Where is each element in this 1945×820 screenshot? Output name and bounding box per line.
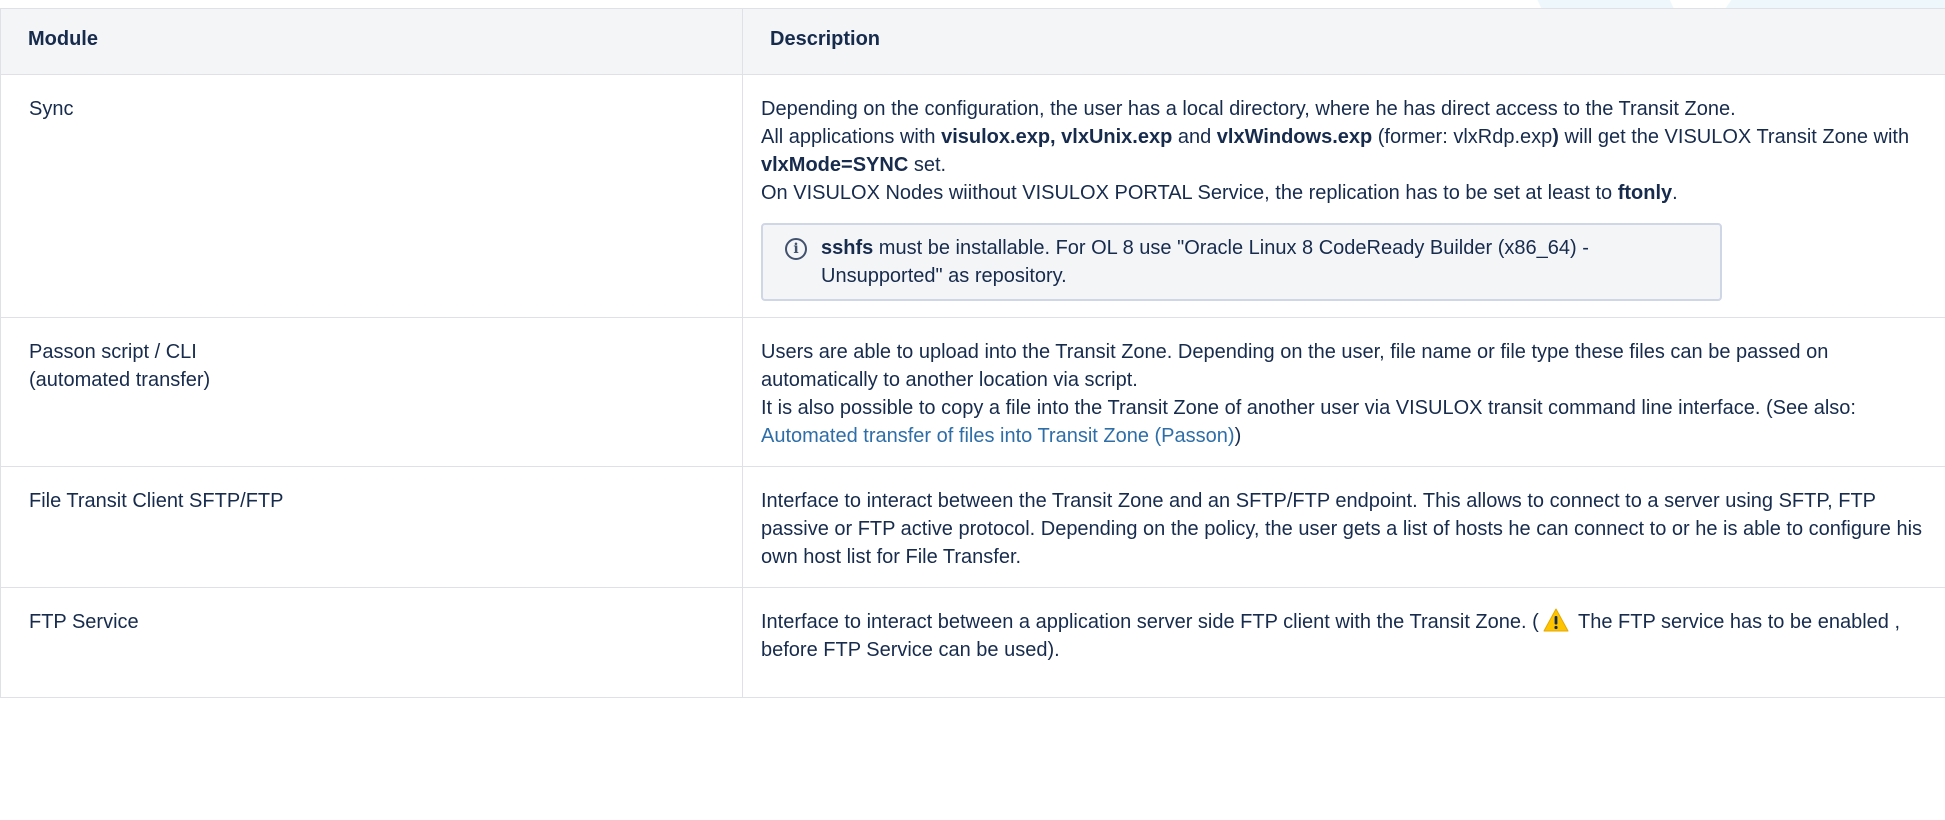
description-line: On VISULOX Nodes wiithout VISULOX PORTAL…	[761, 182, 1678, 204]
description-cell: Interface to interact between a applicat…	[742, 587, 1945, 698]
description-cell: Users are able to upload into the Transi…	[742, 317, 1945, 467]
module-cell: Passon script / CLI (automated transfer)	[0, 317, 743, 467]
table-row: File Transit Client SFTP/FTP Interface t…	[0, 466, 1945, 588]
description-line: Interface to interact between a applicat…	[761, 608, 1931, 664]
description-cell: Depending on the configuration, the user…	[742, 74, 1945, 318]
description-line: All applications with visulox.exp, vlxUn…	[761, 126, 1910, 176]
module-name: FTP Service	[29, 611, 139, 633]
header-module: Module	[0, 8, 743, 75]
table-row: Passon script / CLI (automated transfer)…	[0, 317, 1945, 467]
description-line: Users are able to upload into the Transi…	[761, 341, 1829, 391]
description-line: It is also possible to copy a file into …	[761, 397, 1856, 447]
module-cell: Sync	[0, 74, 743, 318]
module-cell: FTP Service	[0, 587, 743, 698]
description-cell: Interface to interact between the Transi…	[742, 466, 1945, 588]
modules-table: Module Description Sync Depending on the…	[0, 8, 1945, 698]
table-header-row: Module Description	[0, 8, 1945, 75]
module-name: File Transit Client SFTP/FTP	[29, 490, 284, 512]
module-name: Passon script / CLI	[29, 341, 197, 363]
table-row: Sync Depending on the configuration, the…	[0, 74, 1945, 318]
description-line: Interface to interact between the Transi…	[761, 490, 1923, 568]
module-subtitle: (automated transfer)	[29, 369, 211, 391]
module-cell: File Transit Client SFTP/FTP	[0, 466, 743, 588]
document-page: Module Description Sync Depending on the…	[0, 0, 1945, 820]
warning-icon	[1543, 608, 1569, 632]
table-row: FTP Service Interface to interact betwee…	[0, 587, 1945, 698]
description-line: Depending on the configuration, the user…	[761, 98, 1736, 120]
info-icon: i	[785, 238, 807, 260]
module-name: Sync	[29, 98, 74, 120]
info-panel: i sshfs must be installable. For OL 8 us…	[761, 223, 1722, 301]
passon-link[interactable]: Automated transfer of files into Transit…	[761, 425, 1235, 447]
header-description: Description	[742, 8, 1945, 75]
info-text: sshfs must be installable. For OL 8 use …	[821, 237, 1589, 287]
